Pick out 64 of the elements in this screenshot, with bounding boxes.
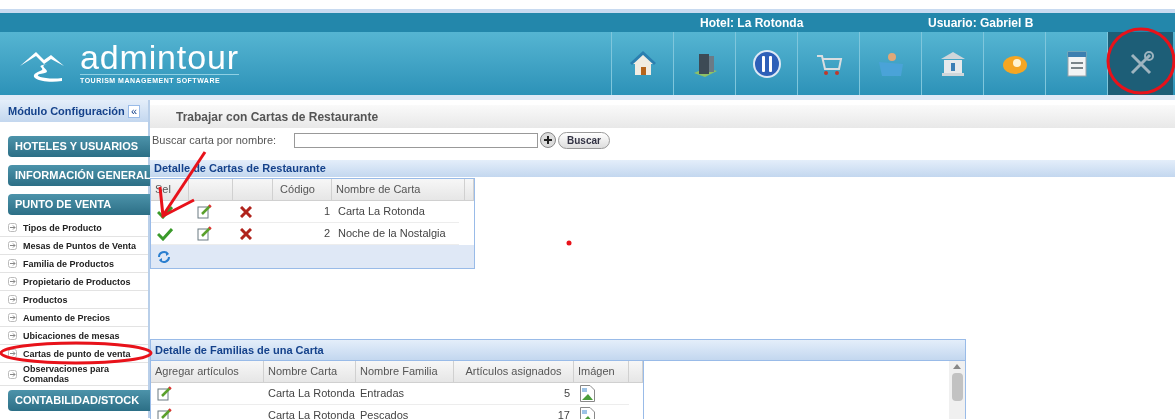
- table-cell-text: 1: [322, 204, 331, 220]
- table-cell-text: Carta La Rotonda: [267, 386, 356, 402]
- sidebar-link[interactable]: Observaciones para Comandas: [23, 364, 145, 384]
- check-icon[interactable]: [157, 226, 173, 241]
- arrow-icon: [8, 259, 17, 268]
- sidebar-title: Módulo Configuración: [8, 103, 125, 119]
- page-title: Trabajar con Cartas de Restaurante: [176, 108, 379, 126]
- plus-icon: [543, 135, 553, 145]
- arrow-icon: [8, 295, 17, 304]
- delete-icon[interactable]: [240, 205, 252, 218]
- sidebar-link[interactable]: Productos: [23, 294, 145, 305]
- arrow-icon: [8, 331, 17, 340]
- column-header: Código: [272, 179, 332, 200]
- check-icon[interactable]: [157, 204, 173, 219]
- column-header: Agregar artículos: [151, 361, 264, 382]
- section-button[interactable]: PUNTO DE VENTA: [8, 194, 150, 215]
- arrow-icon: [8, 241, 17, 250]
- collapse-button[interactable]: «: [127, 104, 140, 118]
- table-cell-text: Carta La Rotonda: [337, 204, 425, 220]
- logo-wordmark: admintour: [80, 40, 239, 75]
- column-header: Nombre Carta: [264, 361, 356, 382]
- table-cell-text: 17: [556, 408, 571, 419]
- arrow-icon: [8, 277, 17, 286]
- table-cell-text: Carta La Rotonda: [267, 408, 356, 419]
- sidebar-link[interactable]: Ubicaciones de mesas: [23, 330, 145, 341]
- edit-icon[interactable]: [157, 386, 172, 401]
- arrow-icon: [8, 223, 17, 232]
- edit-icon[interactable]: [197, 226, 212, 241]
- annotation-dot: [566, 240, 572, 246]
- section-button[interactable]: HOTELES Y USUARIOS: [8, 136, 150, 157]
- search-button[interactable]: Buscar: [558, 131, 610, 149]
- scrollbar[interactable]: [949, 361, 965, 419]
- arrow-icon: [8, 313, 17, 322]
- add-button[interactable]: [540, 132, 556, 148]
- search-field[interactable]: [294, 132, 538, 148]
- arrow-icon: [8, 349, 17, 358]
- table-cell-text: Entradas: [359, 386, 406, 402]
- sidebar-link[interactable]: Propietario de Productos: [23, 276, 145, 287]
- table-cell-text: Noche de la Nostalgia: [337, 226, 446, 242]
- sidebar-link[interactable]: Tipos de Producto: [23, 222, 145, 233]
- edit-icon[interactable]: [157, 408, 172, 419]
- delete-icon[interactable]: [240, 227, 252, 240]
- column-header: Imágen: [574, 361, 629, 382]
- sidebar-link[interactable]: Aumento de Precios: [23, 312, 145, 323]
- panel-title: Detalle de Familias de una Carta: [155, 342, 324, 358]
- table-cell-text: 5: [562, 386, 571, 402]
- broken-image-icon: [580, 385, 595, 402]
- column-header: Nombre Familia: [356, 361, 454, 382]
- column-header: Nombre de Carta: [331, 179, 465, 200]
- section-button[interactable]: CONTABILIDAD/STOCK: [8, 390, 150, 411]
- scroll-up-icon[interactable]: [953, 363, 961, 369]
- column-header: Artículos asignados: [454, 361, 574, 382]
- edit-icon[interactable]: [197, 204, 212, 219]
- table-cell-text: Pescados: [359, 408, 410, 419]
- arrow-icon: [8, 369, 17, 379]
- user-name: Usuario: Gabriel B: [928, 14, 1034, 32]
- sidebar-link[interactable]: Cartas de punto de venta: [23, 348, 145, 359]
- hotel-name: Hotel: La Rotonda: [700, 14, 805, 32]
- section-button[interactable]: INFORMACIÓN GENERAL: [8, 165, 150, 186]
- search-label: Buscar carta por nombre:: [152, 132, 278, 148]
- refresh-icon[interactable]: [157, 249, 171, 264]
- sidebar-link[interactable]: Mesas de Puntos de Venta: [23, 240, 145, 251]
- table-cell-text: 2: [322, 226, 331, 242]
- sidebar-link[interactable]: Familia de Productos: [23, 258, 145, 269]
